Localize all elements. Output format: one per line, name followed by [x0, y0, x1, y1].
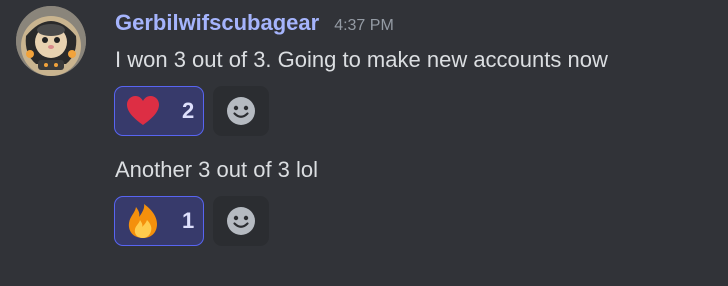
smiley-icon: [227, 97, 255, 125]
heart-emoji-icon: [124, 92, 162, 130]
fire-emoji-icon: [124, 202, 162, 240]
reaction-heart[interactable]: 2: [114, 86, 204, 136]
username[interactable]: Gerbilwifscubagear: [115, 6, 319, 40]
reaction-count: 1: [182, 208, 195, 233]
reaction-count: 2: [182, 98, 195, 123]
reaction-bar: 1: [114, 196, 269, 246]
gerbil-scuba-avatar-icon: [16, 6, 86, 76]
message-header: Gerbilwifscubagear 4:37 PM: [115, 6, 394, 40]
timestamp: 4:37 PM: [334, 17, 394, 34]
reaction-bar: 2: [114, 86, 269, 136]
reaction-fire[interactable]: 1: [114, 196, 204, 246]
message-text: I won 3 out of 3. Going to make new acco…: [115, 47, 608, 72]
add-reaction-button[interactable]: [213, 86, 269, 136]
add-reaction-button[interactable]: [213, 196, 269, 246]
message-text: Another 3 out of 3 lol: [115, 157, 319, 182]
user-avatar[interactable]: [16, 6, 86, 76]
smiley-icon: [227, 207, 255, 235]
